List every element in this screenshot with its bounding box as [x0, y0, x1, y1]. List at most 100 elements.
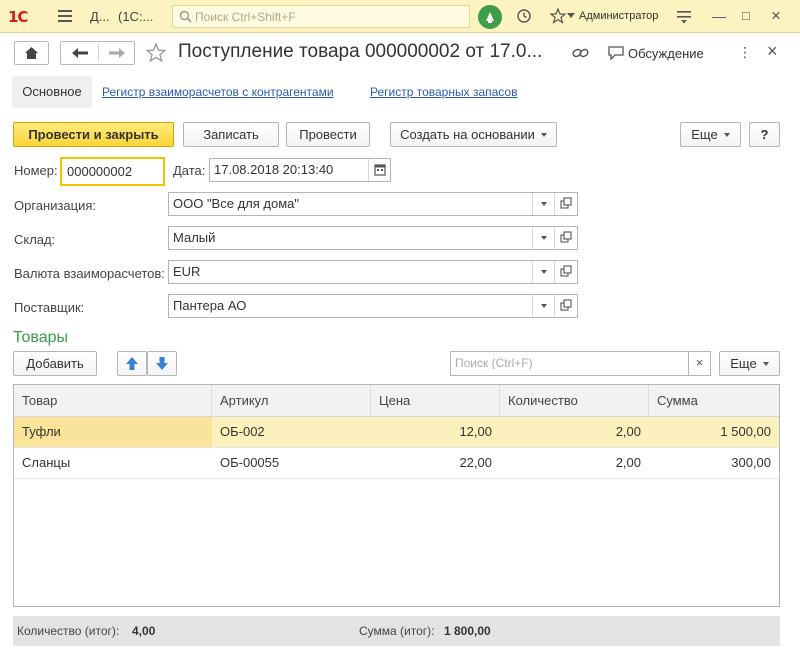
cell-article[interactable]: ОБ-00055	[212, 448, 371, 478]
more-label: Еще	[691, 127, 718, 142]
row-divider	[14, 478, 779, 479]
organization-label: Организация:	[14, 198, 97, 213]
post-button[interactable]: Провести	[286, 122, 370, 147]
total-sum-value: 1 800,00	[444, 624, 491, 638]
tab-main[interactable]: Основное	[12, 76, 92, 108]
arrow-up-icon	[126, 357, 138, 370]
add-to-favorites-icon[interactable]	[145, 42, 167, 64]
nav-buttons	[60, 41, 135, 65]
column-header-quantity[interactable]: Количество	[500, 385, 649, 417]
cell-price[interactable]: 12,00	[371, 417, 500, 447]
calendar-icon[interactable]	[368, 159, 390, 181]
chevron-down-icon[interactable]	[532, 193, 554, 215]
create-based-on-button[interactable]: Создать на основании	[390, 122, 557, 147]
number-field[interactable]: 000000002	[60, 157, 165, 186]
table-search-placeholder: Поиск (Ctrl+F)	[455, 356, 533, 370]
goods-section-title: Товары	[13, 329, 69, 346]
open-icon[interactable]	[554, 193, 577, 215]
currency-field[interactable]: EUR	[168, 260, 578, 284]
cell-article[interactable]: ОБ-002	[212, 417, 371, 447]
cell-quantity[interactable]: 2,00	[500, 448, 649, 478]
chevron-down-icon[interactable]	[532, 261, 554, 283]
more-button[interactable]: Еще	[680, 122, 741, 147]
search-icon	[179, 10, 192, 23]
post-and-close-button[interactable]: Провести и закрыть	[13, 122, 174, 147]
table-more-label: Еще	[730, 356, 757, 371]
cell-sum[interactable]: 1 500,00	[649, 417, 779, 447]
open-icon[interactable]	[554, 227, 577, 249]
chevron-down-icon	[723, 133, 730, 137]
cell-item[interactable]: Туфли	[14, 417, 212, 447]
create-based-on-label: Создать на основании	[400, 127, 535, 142]
currency-label: Валюта взаиморасчетов:	[14, 266, 165, 281]
favorites-star-icon[interactable]	[549, 7, 567, 25]
window-caption-short[interactable]: Д...	[90, 9, 110, 24]
table-more-button[interactable]: Еще	[719, 351, 780, 376]
chevron-down-icon[interactable]	[532, 227, 554, 249]
forward-arrow-icon[interactable]	[108, 47, 126, 59]
menu-lines-icon[interactable]	[676, 10, 692, 24]
move-down-button[interactable]	[147, 351, 177, 376]
number-label: Номер:	[14, 163, 58, 178]
total-quantity-value: 4,00	[132, 624, 156, 638]
cell-price[interactable]: 22,00	[371, 448, 500, 478]
organization-value: ООО "Все для дома"	[173, 196, 299, 211]
app-topbar: 1С Д... (1С:... Поиск Ctrl+Shift+F Админ…	[0, 0, 800, 33]
discussion-button[interactable]: Обсуждение	[628, 46, 704, 61]
close-window-icon[interactable]: ×	[771, 6, 781, 26]
notifications-icon[interactable]	[478, 5, 502, 29]
table-row[interactable]: Сланцы ОБ-00055 22,00 2,00 300,00	[14, 448, 779, 478]
close-form-icon[interactable]: ×	[767, 41, 778, 62]
table-header: Товар Артикул Цена Количество Сумма	[14, 385, 779, 417]
open-icon[interactable]	[554, 295, 577, 317]
tab-settlements-register[interactable]: Регистр взаиморасчетов с контрагентами	[102, 85, 334, 99]
column-header-item[interactable]: Товар	[14, 385, 212, 417]
more-actions-icon[interactable]: ⋮	[738, 44, 752, 61]
open-icon[interactable]	[554, 261, 577, 283]
date-label: Дата:	[173, 163, 206, 178]
cell-sum[interactable]: 300,00	[649, 448, 779, 478]
global-search-input[interactable]: Поиск Ctrl+Shift+F	[172, 5, 470, 28]
global-search-placeholder: Поиск Ctrl+Shift+F	[195, 10, 296, 24]
link-icon[interactable]	[572, 46, 589, 60]
chevron-down-icon	[762, 362, 769, 366]
warehouse-field[interactable]: Малый	[168, 226, 578, 250]
main-menu-icon[interactable]	[58, 10, 72, 22]
warehouse-label: Склад:	[14, 232, 56, 247]
page-title: Поступление товара 000000002 от 17.0...	[178, 41, 543, 62]
help-button[interactable]: ?	[749, 122, 780, 147]
maximize-icon[interactable]: □	[742, 8, 750, 23]
current-user[interactable]: Администратор	[579, 10, 658, 22]
arrow-down-icon	[156, 357, 168, 370]
date-field[interactable]: 17.08.2018 20:13:40	[209, 158, 391, 182]
supplier-field[interactable]: Пантера АО	[168, 294, 578, 318]
goods-table[interactable]: Товар Артикул Цена Количество Сумма Туфл…	[13, 384, 780, 607]
total-sum-label: Сумма (итог):	[359, 624, 435, 638]
user-arrow-icon	[567, 13, 575, 18]
totals-footer: Количество (итог): 4,00 Сумма (итог): 1 …	[13, 616, 780, 646]
chevron-down-icon	[540, 133, 547, 137]
back-arrow-icon[interactable]	[71, 47, 89, 59]
column-header-sum[interactable]: Сумма	[649, 385, 779, 417]
table-search-input[interactable]: Поиск (Ctrl+F)	[450, 351, 689, 376]
save-button[interactable]: Записать	[183, 122, 279, 147]
date-value: 17.08.2018 20:13:40	[214, 162, 334, 177]
tab-stock-register[interactable]: Регистр товарных запасов	[370, 85, 517, 99]
add-row-button[interactable]: Добавить	[13, 351, 97, 376]
cell-quantity[interactable]: 2,00	[500, 417, 649, 447]
minimize-icon[interactable]: —	[712, 8, 726, 24]
table-row[interactable]: Туфли ОБ-002 12,00 2,00 1 500,00	[14, 417, 779, 447]
home-button[interactable]	[14, 41, 49, 65]
cell-item[interactable]: Сланцы	[14, 448, 212, 478]
column-header-price[interactable]: Цена	[371, 385, 500, 417]
organization-field[interactable]: ООО "Все для дома"	[168, 192, 578, 216]
column-header-article[interactable]: Артикул	[212, 385, 371, 417]
total-quantity-label: Количество (итог):	[17, 624, 120, 638]
discussion-icon[interactable]	[608, 46, 624, 60]
home-icon	[25, 47, 38, 59]
history-icon[interactable]	[516, 8, 532, 24]
chevron-down-icon[interactable]	[532, 295, 554, 317]
supplier-value: Пантера АО	[173, 298, 247, 313]
move-up-button[interactable]	[117, 351, 147, 376]
clear-search-icon[interactable]: ×	[689, 351, 711, 376]
